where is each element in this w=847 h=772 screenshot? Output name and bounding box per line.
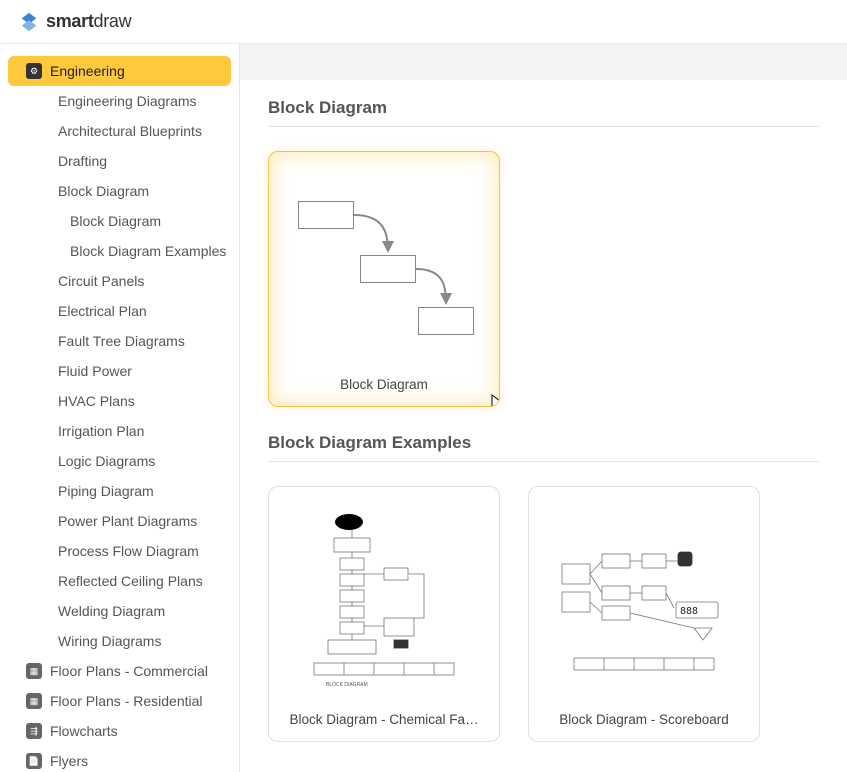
sidebar-category-flyers[interactable]: 📄 Flyers [8,746,231,772]
engineering-icon: ⚙ [26,63,42,79]
template-card-chemical[interactable]: BLOCK DIAGRAM [268,486,500,742]
floorplan-icon: ▦ [26,693,42,709]
template-card-block-diagram[interactable]: Block Diagram [268,151,500,407]
sidebar-item-power-plant-diagrams[interactable]: Power Plant Diagrams [10,506,239,536]
sidebar-item-drafting[interactable]: Drafting [10,146,239,176]
content-toolbar [240,44,847,80]
sidebar-item-irrigation-plan[interactable]: Irrigation Plan [10,416,239,446]
app-header: smartdraw [0,0,847,44]
sidebar-item-welding-diagram[interactable]: Welding Diagram [10,596,239,626]
floorplan-icon: ▦ [26,663,42,679]
section-title: Block Diagram [268,98,819,127]
svg-text:888: 888 [680,606,698,617]
sidebar-item-process-flow-diagram[interactable]: Process Flow Diagram [10,536,239,566]
sidebar-category-engineering[interactable]: ⚙ Engineering [8,56,231,86]
sidebar-category-label: Floor Plans - Residential [50,693,203,709]
sidebar-item-architectural-blueprints[interactable]: Architectural Blueprints [10,116,239,146]
section-title: Block Diagram Examples [268,433,819,462]
section-block-diagram: Block Diagram [240,80,847,415]
template-preview: 888 [541,499,747,706]
sidebar[interactable]: ⚙ Engineering Engineering Diagrams Archi… [0,44,240,772]
sidebar-item-fault-tree-diagrams[interactable]: Fault Tree Diagrams [10,326,239,356]
sidebar-item-block-diagram[interactable]: Block Diagram [10,176,239,206]
cursor-pointer-icon [491,394,500,407]
sidebar-category-label: Floor Plans - Commercial [50,663,208,679]
template-label: Block Diagram [281,371,487,394]
sidebar-category-label: Flowcharts [50,723,118,739]
brand-name: smartdraw [46,11,131,32]
sidebar-category-label: Flyers [50,753,88,769]
sidebar-item-hvac-plans[interactable]: HVAC Plans [10,386,239,416]
flowchart-icon: ⇶ [26,723,42,739]
template-preview [281,164,487,371]
section-block-diagram-examples: Block Diagram Examples [240,415,847,750]
sidebar-item-wiring-diagrams[interactable]: Wiring Diagrams [10,626,239,656]
sidebar-item-engineering-diagrams[interactable]: Engineering Diagrams [10,86,239,116]
sidebar-item-circuit-panels[interactable]: Circuit Panels [10,266,239,296]
brand-logo[interactable]: smartdraw [18,11,131,33]
sidebar-category-flowcharts[interactable]: ⇶ Flowcharts [8,716,231,746]
sidebar-category-floorplans-commercial[interactable]: ▦ Floor Plans - Commercial [8,656,231,686]
smartdraw-logo-icon [18,11,40,33]
sidebar-item-logic-diagrams[interactable]: Logic Diagrams [10,446,239,476]
sidebar-item-electrical-plan[interactable]: Electrical Plan [10,296,239,326]
sidebar-subitem-block-diagram[interactable]: Block Diagram [10,206,239,236]
content-area: Block Diagram [240,44,847,772]
sidebar-item-piping-diagram[interactable]: Piping Diagram [10,476,239,506]
sidebar-subitem-block-diagram-examples[interactable]: Block Diagram Examples [10,236,239,266]
sidebar-item-reflected-ceiling-plans[interactable]: Reflected Ceiling Plans [10,566,239,596]
template-card-scoreboard[interactable]: 888 [528,486,760,742]
sidebar-category-label: Engineering [50,63,125,79]
template-label: Block Diagram - Scoreboard [541,706,747,729]
template-label: Block Diagram - Chemical Fa… [281,706,487,729]
template-preview: BLOCK DIAGRAM [281,499,487,706]
main-layout: ⚙ Engineering Engineering Diagrams Archi… [0,44,847,772]
sidebar-item-fluid-power[interactable]: Fluid Power [10,356,239,386]
flyer-icon: 📄 [26,753,42,769]
sidebar-engineering-children: Engineering Diagrams Architectural Bluep… [10,86,239,656]
sidebar-category-floorplans-residential[interactable]: ▦ Floor Plans - Residential [8,686,231,716]
svg-text:BLOCK DIAGRAM: BLOCK DIAGRAM [326,682,368,688]
